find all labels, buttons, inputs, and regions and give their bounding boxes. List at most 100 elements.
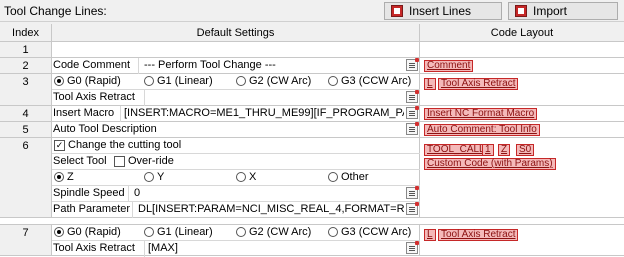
tool-axis-retract-label: Tool Axis Retract bbox=[53, 91, 135, 103]
override-label: Over-ride bbox=[128, 155, 174, 167]
motion-radio-g2[interactable]: G2 (CW Arc) bbox=[236, 75, 311, 87]
checkbox-icon bbox=[114, 155, 125, 167]
code-comment-edit-icon[interactable] bbox=[406, 58, 419, 71]
code-token[interactable]: Tool Axis Retract bbox=[438, 78, 519, 90]
row-5-settings: Auto Tool Description bbox=[52, 122, 420, 138]
row-5-code: Auto Comment: Tool Info bbox=[420, 122, 624, 138]
row-index-6[interactable]: 6 bbox=[0, 138, 52, 218]
path-parameter-label: Path Parameter bbox=[53, 203, 131, 215]
code-token[interactable]: L bbox=[424, 78, 436, 90]
row-2-code: Comment bbox=[420, 58, 624, 74]
path-parameter-edit-icon[interactable] bbox=[406, 202, 419, 215]
radio-selected-icon bbox=[54, 76, 64, 86]
motion-radio-g3[interactable]: G3 (CCW Arc) bbox=[328, 75, 411, 87]
tool-axis-retract-label: Tool Axis Retract bbox=[53, 242, 135, 254]
row-index-1[interactable]: 1 bbox=[0, 42, 52, 58]
radio-icon bbox=[144, 172, 154, 182]
tool-axis-retract-edit-icon[interactable] bbox=[406, 90, 419, 103]
radio-selected-icon bbox=[54, 227, 64, 237]
row-index-7[interactable]: 7 bbox=[0, 224, 52, 256]
radio-icon bbox=[144, 227, 154, 237]
row-7-settings: G0 (Rapid) G1 (Linear) G2 (CW Arc) G3 (C… bbox=[52, 224, 420, 257]
row-4-settings: Insert Macro [INSERT:MACRO=ME1_THRU_ME99… bbox=[52, 106, 420, 122]
row-3-code: L Tool Axis Retract bbox=[420, 74, 624, 106]
insert-lines-button[interactable]: Insert Lines bbox=[384, 2, 502, 20]
code-token[interactable]: Tool Axis Retract bbox=[438, 229, 519, 241]
radio-selected-icon bbox=[54, 172, 64, 182]
code-token[interactable]: Comment bbox=[424, 60, 474, 72]
radio-label: G2 (CW Arc) bbox=[249, 226, 312, 238]
tool-axis-retract-field[interactable]: [MAX] bbox=[148, 242, 404, 254]
row-2-settings: Code Comment --- Perform Tool Change --- bbox=[52, 58, 420, 74]
motion-radio-g0[interactable]: G0 (Rapid) bbox=[54, 226, 121, 238]
radio-label: G2 (CW Arc) bbox=[249, 75, 312, 87]
radio-label: G1 (Linear) bbox=[157, 226, 213, 238]
row-index-3[interactable]: 3 bbox=[0, 74, 52, 106]
insert-lines-icon bbox=[391, 5, 403, 17]
spindle-speed-label: Spindle Speed bbox=[53, 187, 125, 199]
radio-icon bbox=[328, 172, 338, 182]
import-label: Import bbox=[533, 4, 568, 18]
radio-icon bbox=[328, 227, 338, 237]
auto-tool-description-label: Auto Tool Description bbox=[53, 123, 157, 135]
radio-label: Other bbox=[341, 171, 369, 183]
code-token[interactable]: Z bbox=[498, 144, 511, 156]
spindle-speed-edit-icon[interactable] bbox=[406, 186, 419, 199]
code-token[interactable]: 1 bbox=[482, 144, 494, 156]
override-checkbox[interactable]: Over-ride bbox=[114, 155, 174, 167]
axis-radio-other[interactable]: Other bbox=[328, 171, 369, 183]
row-index-2[interactable]: 2 bbox=[0, 58, 52, 74]
radio-icon bbox=[328, 76, 338, 86]
radio-label: G1 (Linear) bbox=[157, 75, 213, 87]
code-token[interactable]: Insert NC Format Macro bbox=[424, 108, 538, 120]
code-token[interactable]: Auto Comment: Tool Info bbox=[424, 124, 540, 136]
code-token[interactable]: TOOL_CALL bbox=[424, 144, 488, 156]
insert-macro-field[interactable]: [INSERT:MACRO=ME1_THRU_ME99][IF_PROGRAM_… bbox=[124, 107, 404, 119]
row-3-settings: G0 (Rapid) G1 (Linear) G2 (CW Arc) G3 (C… bbox=[52, 74, 420, 106]
spindle-speed-field[interactable]: 0 bbox=[134, 187, 404, 199]
motion-radio-g1[interactable]: G1 (Linear) bbox=[144, 75, 213, 87]
code-comment-field[interactable]: --- Perform Tool Change --- bbox=[144, 59, 404, 71]
radio-label: G3 (CCW Arc) bbox=[341, 75, 412, 87]
radio-icon bbox=[144, 76, 154, 86]
change-tool-label: Change the cutting tool bbox=[68, 139, 182, 151]
row-6-code: TOOL_CALL 1 Z S0 Custom Code (with Param… bbox=[420, 138, 624, 218]
import-button[interactable]: Import bbox=[508, 2, 618, 20]
change-tool-checkbox[interactable]: ✓ Change the cutting tool bbox=[54, 139, 181, 151]
tool-change-grid: Index Default Settings Code Layout 1 2 C… bbox=[0, 24, 624, 257]
insert-macro-label: Insert Macro bbox=[53, 107, 115, 119]
row-1-settings[interactable] bbox=[52, 42, 420, 58]
motion-radio-g3[interactable]: G3 (CCW Arc) bbox=[328, 226, 411, 238]
row-7-code: L Tool Axis Retract bbox=[420, 224, 624, 256]
checkbox-checked-icon: ✓ bbox=[54, 139, 65, 151]
header-code-layout[interactable]: Code Layout bbox=[420, 24, 624, 42]
path-parameter-field[interactable]: DL[INSERT:PARAM=NCI_MISC_REAL_4,FORMAT=R… bbox=[138, 203, 404, 215]
motion-radio-g0[interactable]: G0 (Rapid) bbox=[54, 75, 121, 87]
row-6-settings: ✓ Change the cutting tool Select Tool Ove… bbox=[52, 138, 420, 218]
radio-icon bbox=[236, 172, 246, 182]
motion-radio-g1[interactable]: G1 (Linear) bbox=[144, 226, 213, 238]
tool-axis-retract-edit-icon[interactable] bbox=[406, 241, 419, 254]
toolbar-title: Tool Change Lines: bbox=[4, 4, 107, 18]
motion-radio-g2[interactable]: G2 (CW Arc) bbox=[236, 226, 311, 238]
row-index-5[interactable]: 5 bbox=[0, 122, 52, 138]
code-token[interactable]: L bbox=[424, 229, 436, 241]
radio-label: X bbox=[249, 171, 257, 183]
insert-lines-label: Insert Lines bbox=[409, 4, 472, 18]
select-tool-label: Select Tool bbox=[53, 155, 107, 167]
header-default-settings[interactable]: Default Settings bbox=[52, 24, 420, 42]
insert-macro-edit-icon[interactable] bbox=[406, 106, 419, 119]
axis-radio-y[interactable]: Y bbox=[144, 171, 164, 183]
row-1-code[interactable] bbox=[420, 42, 624, 58]
axis-radio-z[interactable]: Z bbox=[54, 171, 74, 183]
radio-label: G3 (CCW Arc) bbox=[341, 226, 412, 238]
auto-tool-description-edit-icon[interactable] bbox=[406, 122, 419, 135]
header-index[interactable]: Index bbox=[0, 24, 52, 42]
custom-code-token[interactable]: Custom Code (with Params) bbox=[424, 158, 556, 170]
axis-radio-x[interactable]: X bbox=[236, 171, 256, 183]
radio-label: G0 (Rapid) bbox=[67, 226, 121, 238]
code-token[interactable]: S0 bbox=[516, 144, 535, 156]
toolbar: Tool Change Lines: Insert Lines Import bbox=[0, 0, 624, 22]
radio-icon bbox=[236, 227, 246, 237]
row-index-4[interactable]: 4 bbox=[0, 106, 52, 122]
